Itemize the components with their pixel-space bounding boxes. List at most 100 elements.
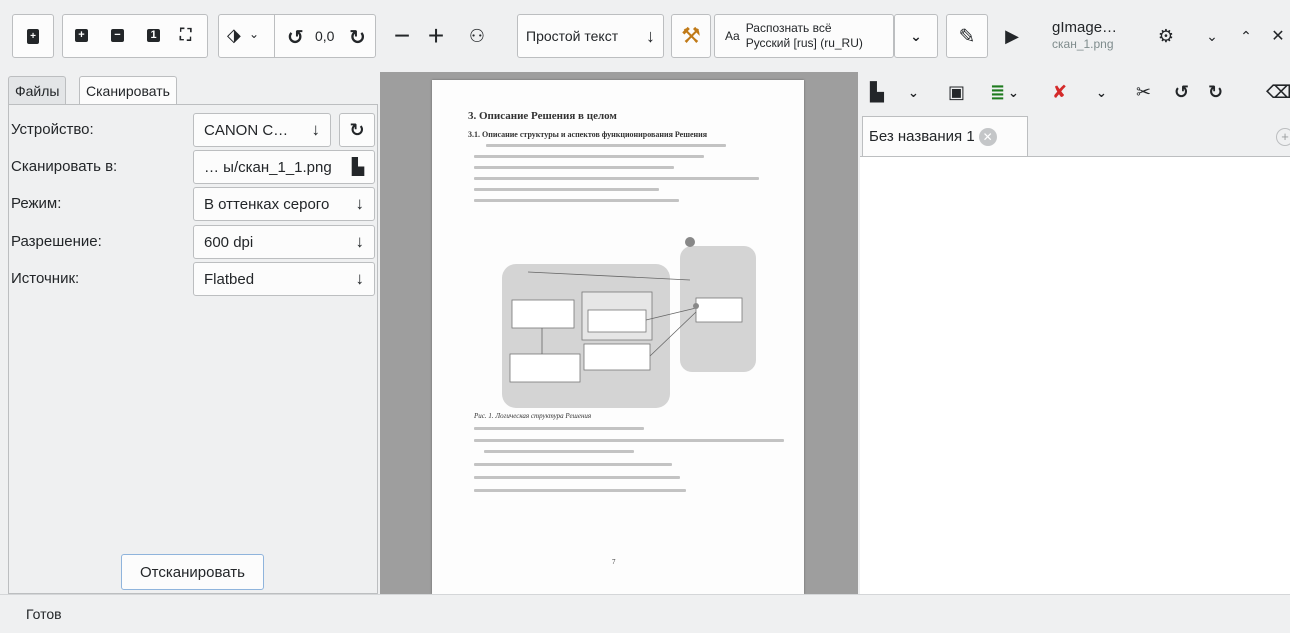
rotate-right-icon[interactable]: ↻	[349, 25, 366, 50]
maximize-icon[interactable]: ⌃	[1236, 14, 1256, 58]
new-document-button[interactable]: +	[12, 14, 54, 58]
text-line	[484, 450, 634, 453]
scan-to-field[interactable]: … ы/скан_1_1.png ▙	[193, 150, 375, 184]
arrow-down-icon: ↓	[355, 232, 365, 251]
close-icon[interactable]: ✕	[1268, 14, 1288, 58]
zoom-mode-icon[interactable]: ⬗	[227, 25, 241, 46]
diagram-node	[587, 309, 647, 333]
device-select[interactable]: CANON C… ↓	[193, 113, 331, 147]
text-layer-dropdown[interactable]: Простой текст ↓	[517, 14, 664, 58]
document-tab-title: Без названия 1	[869, 128, 975, 145]
tab-scan[interactable]: Сканировать	[79, 76, 177, 104]
app-subtitle: скан_1.png	[1052, 37, 1114, 51]
clear-icon[interactable]: ✘	[1052, 82, 1067, 103]
diagram-computer-icon	[685, 237, 695, 247]
export-icon[interactable]: ▙	[870, 82, 884, 103]
minimize-icon[interactable]: ⌄	[1202, 14, 1222, 58]
ocr-engine-button[interactable]: ⚇	[458, 14, 496, 58]
arrow-down-icon: ↓	[646, 26, 655, 46]
run-button[interactable]: ▶	[996, 14, 1028, 58]
add-tab-icon[interactable]: +	[1276, 128, 1290, 146]
fit-page-icon[interactable]: ⛶	[180, 27, 191, 45]
text-line	[474, 476, 680, 479]
chevron-down-icon[interactable]: ⌄	[1096, 85, 1107, 101]
single-page-icon[interactable]: 1	[147, 29, 160, 42]
clear-text-icon[interactable]: ⌫	[1266, 82, 1290, 103]
ocr-title: Распознать всё	[745, 21, 832, 35]
ocr-button[interactable]: Aa Распознать всё Русский [rus] (ru_RU)	[714, 14, 894, 58]
chevron-down-icon[interactable]: ⌄	[908, 85, 919, 101]
source-select[interactable]: Flatbed ↓	[193, 262, 375, 296]
page-number: 7	[612, 558, 616, 566]
resolution-label: Разрешение:	[11, 233, 102, 250]
chevron-down-icon[interactable]: ⌄	[1008, 85, 1019, 101]
add-page-icon[interactable]: +	[75, 29, 88, 42]
scan-button[interactable]: Отсканировать	[121, 554, 264, 590]
arrow-down-icon: ↓	[311, 120, 321, 139]
text-layer-label: Простой текст	[526, 28, 619, 44]
text-line	[474, 155, 704, 158]
tab-files[interactable]: Файлы	[8, 76, 67, 104]
undo-icon[interactable]: ↺	[1174, 82, 1189, 103]
text-line	[474, 166, 674, 169]
auto-correct-button[interactable]: ⚒	[671, 14, 711, 58]
mode-select[interactable]: В оттенках серого ↓	[193, 187, 375, 221]
tab-document[interactable]: Без названия 1 ✕	[862, 116, 1028, 156]
zoom-out-icon[interactable]: −	[390, 14, 414, 58]
save-file-icon: ▙	[351, 159, 364, 176]
edit-mode-button[interactable]: ✎	[946, 14, 988, 58]
view-group: ⬗ ⌄ ↺ 0,0 ↻	[218, 14, 376, 58]
pencil-icon: ✎	[958, 25, 976, 48]
ocr-options-button[interactable]: ⌄	[894, 14, 938, 58]
chevron-down-icon: ⌄	[910, 27, 922, 44]
window-title: gImage… скан_1.png	[1052, 19, 1117, 53]
diagram-node	[509, 353, 581, 383]
close-tab-icon[interactable]: ✕	[978, 127, 997, 146]
mode-value: В оттенках серого	[204, 195, 330, 213]
tab-files-label: Файлы	[15, 82, 60, 99]
rotation-value: 0,0	[315, 28, 335, 44]
remove-page-icon[interactable]: −	[111, 29, 124, 42]
diagram-node	[583, 343, 651, 371]
arrow-down-icon: ↓	[355, 194, 365, 213]
settings-gear-icon[interactable]: ⚙	[1154, 14, 1178, 58]
scanned-page: 3. Описание Решения в целом 3.1. Описани…	[432, 80, 804, 594]
status-text: Готов	[26, 606, 62, 622]
insert-text-icon[interactable]: ≣	[990, 82, 1005, 103]
text-line	[474, 427, 644, 430]
output-panel: ▙ ⌄ ▣ ≣ ⌄ ✘ ⌄ ✂ ↺ ↻ ⌫ Без названия 1 ✕ +	[860, 72, 1290, 594]
main-toolbar: + + − 1 ⛶ ⬗ ⌄ ↺ 0,0 ↻ − + ⚇ Простой текс…	[0, 0, 1290, 72]
status-bar: Готов	[0, 594, 1290, 633]
structure-diagram	[502, 237, 756, 408]
save-icon[interactable]: ▣	[948, 82, 965, 103]
hammer-icon: ⚒	[681, 23, 701, 48]
source-value: Flatbed	[204, 270, 255, 288]
scan-to-value: … ы/скан_1_1.png	[204, 158, 332, 176]
divider	[274, 15, 275, 57]
zoom-in-icon[interactable]: +	[424, 14, 448, 58]
arrow-down-icon: ↓	[355, 269, 365, 288]
resolution-select[interactable]: 600 dpi ↓	[193, 225, 375, 259]
text-line	[474, 463, 672, 466]
refresh-icon: ↻	[349, 119, 365, 140]
page-preview[interactable]: 3. Описание Решения в целом 3.1. Описани…	[380, 72, 858, 594]
ocr-engine-icon: ⚇	[468, 25, 486, 46]
language-icon: Aa	[725, 29, 740, 43]
new-document-icon: +	[27, 28, 39, 44]
chevron-down-icon[interactable]: ⌄	[249, 27, 259, 41]
refresh-devices-button[interactable]: ↻	[339, 113, 375, 147]
scan-to-label: Сканировать в:	[11, 158, 118, 175]
text-editor[interactable]	[860, 156, 1290, 594]
play-icon: ▶	[1005, 25, 1019, 46]
rotate-left-icon[interactable]: ↺	[287, 25, 304, 50]
search-replace-icon[interactable]: ✂	[1136, 82, 1151, 103]
page-heading: 3. Описание Решения в целом	[468, 110, 617, 122]
app-title: gImage…	[1052, 19, 1118, 36]
mode-label: Режим:	[11, 195, 62, 212]
ocr-labels: Распознать всё Русский [rus] (ru_RU)	[746, 21, 863, 51]
text-line	[474, 489, 686, 492]
tab-scan-label: Сканировать	[86, 82, 170, 99]
text-line	[474, 439, 784, 442]
resolution-value: 600 dpi	[204, 233, 254, 251]
redo-icon[interactable]: ↻	[1208, 82, 1223, 103]
